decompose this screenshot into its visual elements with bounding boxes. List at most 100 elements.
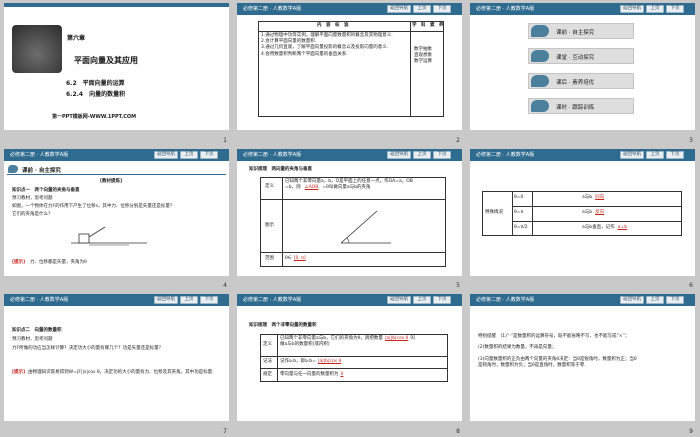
prev-page-button[interactable]: 上页 <box>646 5 664 13</box>
slide-thumb-9[interactable]: 必修第二册 · 人教数学A版 返回导航 上页 下页 特别提醒 (1)“·”是数量… <box>466 291 699 437</box>
back-to-nav-button[interactable]: 返回导航 <box>620 150 644 159</box>
prev-page-button[interactable]: 上页 <box>180 296 198 305</box>
back-to-nav-button[interactable]: 返回导航 <box>154 296 178 305</box>
menu-item-practice[interactable]: 课时 · 跟踪训练 <box>528 98 634 114</box>
slide-thumb-4[interactable]: 必修第二册 · 人教数学A版 返回导航 上页 下页 课前 · 自主探究 [教材提… <box>0 146 233 292</box>
slide-number: 4 <box>223 282 227 290</box>
row-label-range: 范围 <box>265 255 274 261</box>
slide-thumb-7[interactable]: 必修第二册 · 人教数学A版 返回导航 上页 下页 知识点二 向量的数量积 预习… <box>0 291 233 437</box>
header-title: 必修第二册 · 人教数学A版 <box>10 297 69 304</box>
fill-answer: 0 <box>340 372 344 378</box>
slide-thumb-6[interactable]: 必修第二册 · 人教数学A版 返回导航 上页 下页 特殊情况 θ=0 θ=π θ… <box>466 146 699 292</box>
standard-item: 3.通过几何直观，了解平面向量投影的概念以及投影向量的意义. <box>261 45 389 51</box>
slide-header: 必修第二册 · 人教数学A版 返回导航 上页 下页 <box>470 148 695 161</box>
menu-item-after-class[interactable]: 课后 · 素养培优 <box>528 73 634 89</box>
range-text: θ∈ [0, π] <box>285 256 306 262</box>
slide-header: 必修第二册 · 人教数学A版 返回导航 上页 下页 <box>470 294 695 307</box>
back-to-nav-button[interactable]: 返回导航 <box>154 150 178 159</box>
back-to-nav-button[interactable]: 返回导航 <box>387 296 411 305</box>
slide-thumb-2[interactable]: 必修第二册 · 人教数学A版 返回导航 上页 下页 内 容 标 准 学 科 素 … <box>233 0 466 146</box>
definition-text: 已知两个非零向量a，b，O是平面上的任意一点，作OA=a，OB =b，则 ∠AOB… <box>285 179 443 191</box>
definition-text: 已知两个非零向量a与b，它们的夹角为θ，则把数量 |a||b|cos θ叫 做a与… <box>280 336 446 348</box>
reminder-line: 是钝角时，数量积为负；当θ是直角时，数量积等于零. <box>478 362 586 368</box>
next-page-button[interactable]: 下页 <box>666 150 684 159</box>
case-text: a与b 反向 <box>582 210 604 216</box>
table-header-standards: 内 容 标 准 <box>317 23 349 28</box>
slide-9[interactable]: 必修第二册 · 人教数学A版 返回导航 上页 下页 特别提醒 (1)“·”是数量… <box>470 294 695 422</box>
hint-text: 由物理知识容易得到W=|F||s|cos θ，决定功的大小的量有力、位移及其夹角… <box>28 370 214 376</box>
prev-page-button[interactable]: 上页 <box>646 150 664 159</box>
slide-1[interactable]: 第六章 平面向量及其应用 6.2 平面向量的运算 6.2.4 向量的数量积 第一… <box>4 3 229 130</box>
slide-thumb-8[interactable]: 必修第二册 · 人教数学A版 返回导航 上页 下页 知识梳理 两个非零向量的数量… <box>233 291 466 437</box>
slide-number: 9 <box>689 427 693 435</box>
fill-answer: a⊥b <box>617 224 628 230</box>
slide-thumb-3[interactable]: 必修第二册 · 人教数学A版 返回导航 上页 下页 课前 · 自主探究 课堂 ·… <box>466 0 699 146</box>
next-page-button[interactable]: 下页 <box>433 150 451 159</box>
back-to-nav-button[interactable]: 返回导航 <box>387 5 411 13</box>
row-label-rule: 规定 <box>263 372 272 378</box>
preview-line: 预习教材，思考问题 <box>12 337 53 343</box>
hint-label: [提示] <box>12 259 26 265</box>
prev-page-button[interactable]: 上页 <box>413 150 431 159</box>
slide-header: 必修第二册 · 人教数学A版 返回导航 上页 下页 <box>4 294 229 307</box>
slide-3[interactable]: 必修第二册 · 人教数学A版 返回导航 上页 下页 课前 · 自主探究 课堂 ·… <box>470 3 695 130</box>
fill-answer: [0, π] <box>293 255 306 261</box>
slide-2[interactable]: 必修第二册 · 人教数学A版 返回导航 上页 下页 内 容 标 准 学 科 素 … <box>237 3 462 130</box>
force-diagram <box>71 226 147 245</box>
next-page-button[interactable]: 下页 <box>433 5 451 13</box>
prev-page-button[interactable]: 上页 <box>413 5 431 13</box>
row-label-definition: 定义 <box>263 342 272 348</box>
back-to-nav-button[interactable]: 返回导航 <box>620 5 644 13</box>
back-to-nav-button[interactable]: 返回导航 <box>387 150 411 159</box>
cover-photo <box>12 25 62 73</box>
fill-answer: 同向 <box>595 194 605 200</box>
slide-number: 7 <box>223 427 227 435</box>
leaf-icon <box>531 100 549 112</box>
menu-item-pre-class[interactable]: 课前 · 自主探究 <box>528 23 634 39</box>
reminder-line: (2)数量积的结果为数量，不再是向量； <box>478 345 557 351</box>
next-page-button[interactable]: 下页 <box>200 150 218 159</box>
section-banner: 课前 · 自主探究 <box>7 164 226 175</box>
slide-header: 必修第二册 · 人教数学A版 返回导航 上页 下页 <box>237 294 462 307</box>
next-page-button[interactable]: 下页 <box>666 5 684 13</box>
next-page-button[interactable]: 下页 <box>666 296 684 305</box>
text-span: 记作a·b，即a·b= <box>280 359 316 365</box>
slide-number: 3 <box>689 136 693 144</box>
text-span: =θ叫做向量a与b的夹角 <box>322 184 371 190</box>
special-reminder: 特别提醒 (1)“·”是数量积的运算符号，既不能省略不写，也不能写成“×”； (… <box>478 334 690 369</box>
literacy-item: 数学运算 <box>414 59 432 65</box>
next-page-button[interactable]: 下页 <box>200 296 218 305</box>
section-title-2: 6.2.4 向量的数量积 <box>66 91 126 98</box>
slide-6[interactable]: 必修第二册 · 人教数学A版 返回导航 上页 下页 特殊情况 θ=0 θ=π θ… <box>470 148 695 276</box>
next-page-button[interactable]: 下页 <box>433 296 451 305</box>
knowledge-point-title: 知识点一 两个向量的夹角与垂直 <box>12 187 80 193</box>
slide-thumb-5[interactable]: 必修第二册 · 人教数学A版 返回导航 上页 下页 知识梳理 两向量的夹角与垂直… <box>233 146 466 292</box>
question-line: 它们的夹角是什么？ <box>12 211 53 217</box>
slide-4[interactable]: 必修第二册 · 人教数学A版 返回导航 上页 下页 课前 · 自主探究 [教材提… <box>4 148 229 276</box>
definition-line: 做a与b的数量积(或内积) <box>280 342 330 348</box>
section-heading: 课前 · 自主探究 <box>22 167 61 174</box>
text-span: a与b垂直，记作 <box>582 224 615 230</box>
row-label-notation: 记法 <box>263 359 272 365</box>
standard-item: 4.会用数量积判断两个平面向量的垂直关系. <box>261 51 348 57</box>
notation-text: 记作a·b，即a·b= |a||b|cos θ <box>280 359 341 365</box>
slide-header <box>4 3 229 7</box>
chapter-title: 平面向量及其应用 <box>74 56 138 65</box>
slide-7[interactable]: 必修第二册 · 人教数学A版 返回导航 上页 下页 知识点二 向量的数量积 预习… <box>4 294 229 422</box>
fill-answer: ∠AOB <box>304 184 319 190</box>
menu-item-in-class[interactable]: 课堂 · 互动探究 <box>528 48 634 64</box>
section-title-1: 6.2 平面向量的运算 <box>66 80 125 87</box>
text-span: =b，则 <box>285 184 301 190</box>
fill-answer: |a||b|cos θ <box>317 359 342 365</box>
prev-page-button[interactable]: 上页 <box>180 150 198 159</box>
chapter-label: 第六章 <box>67 35 86 42</box>
back-to-nav-button[interactable]: 返回导航 <box>620 296 644 305</box>
reminder-line: 特别提醒 (1)“·”是数量积的运算符号，既不能省略不写，也不能写成“×”； <box>478 334 630 340</box>
case-text: a与b垂直，记作 a⊥b <box>582 225 627 231</box>
slide-8[interactable]: 必修第二册 · 人教数学A版 返回导航 上页 下页 知识梳理 两个非零向量的数量… <box>237 294 462 422</box>
prev-page-button[interactable]: 上页 <box>646 296 664 305</box>
slide-5[interactable]: 必修第二册 · 人教数学A版 返回导航 上页 下页 知识梳理 两向量的夹角与垂直… <box>237 148 462 276</box>
slide-thumb-1[interactable]: 第六章 平面向量及其应用 6.2 平面向量的运算 6.2.4 向量的数量积 第一… <box>0 0 233 146</box>
standards-list: 1.通过物理中功等实例，理解平面向量数量积的概念及其物理意义. 2.会计算平面向… <box>261 33 409 58</box>
prev-page-button[interactable]: 上页 <box>413 296 431 305</box>
